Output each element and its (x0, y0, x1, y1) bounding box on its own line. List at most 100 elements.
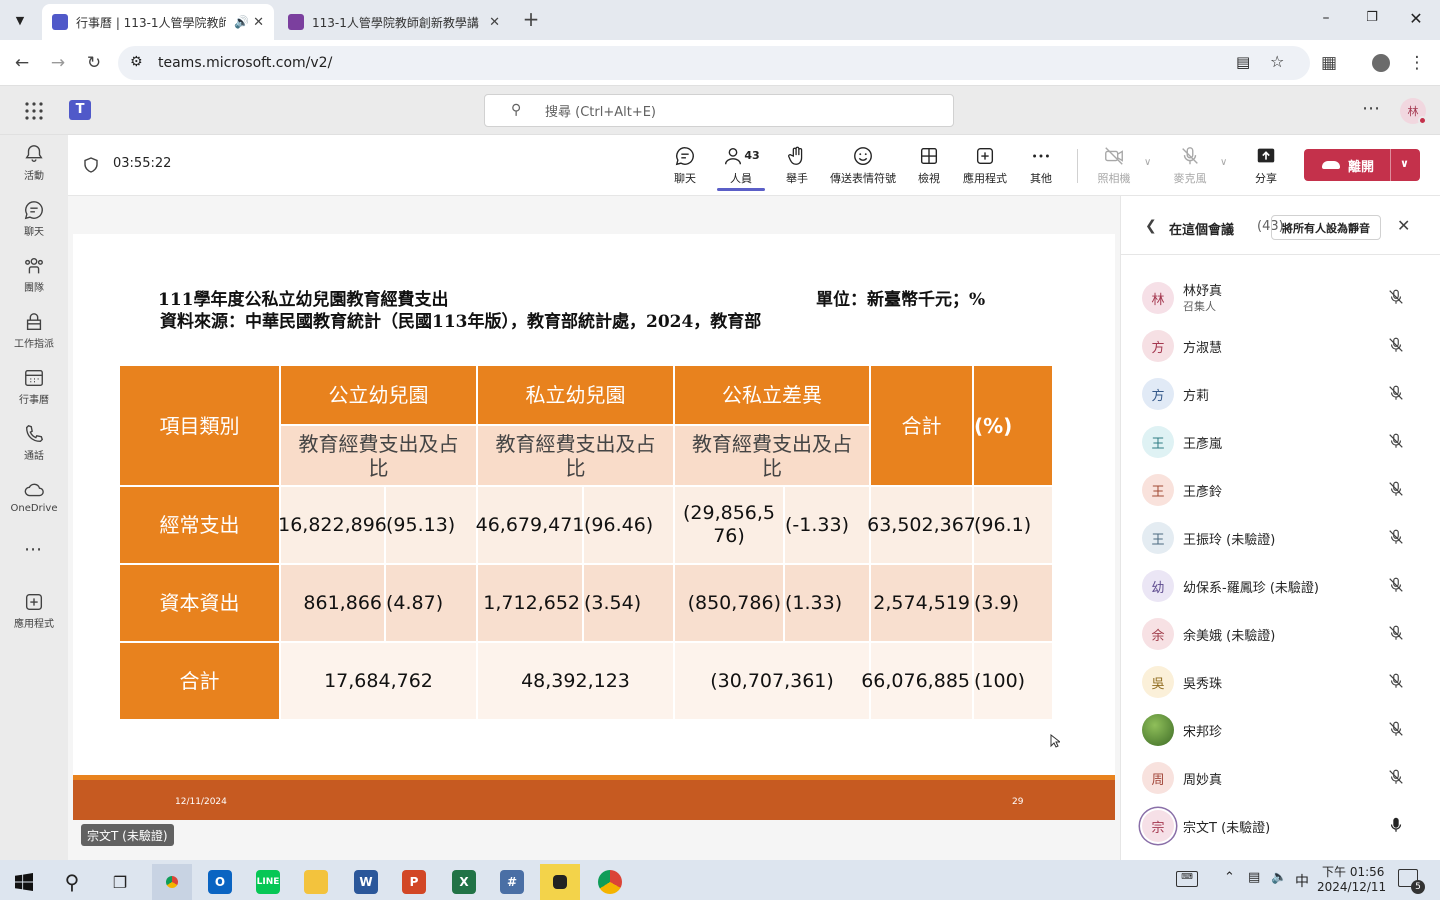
camera-button[interactable]: 照相機 (1086, 145, 1142, 191)
address-bar[interactable]: ⚙ teams.microsoft.com/v2/ ▤ ☆ (118, 46, 1310, 80)
participant-role: 召集人 (1183, 300, 1216, 313)
participant-name: 方莉 (1183, 388, 1210, 404)
chat-button[interactable]: 聊天 (657, 145, 713, 191)
profile-icon[interactable] (1370, 52, 1392, 74)
leave-options-chevron-icon[interactable]: ∨ (1400, 157, 1409, 170)
participant-row[interactable]: 王 王振玲 (未驗證) (1121, 514, 1440, 562)
keyboard-layout-icon[interactable]: ⌨ (1176, 871, 1198, 887)
search-input[interactable]: ⚲ 搜尋 (Ctrl+Alt+E) (484, 94, 954, 127)
taskbar-chrome-icon[interactable] (152, 864, 192, 900)
rail-more-icon[interactable]: ⋯ (24, 539, 42, 560)
task-view-icon[interactable]: ❐ (100, 864, 140, 900)
show-hidden-icons-icon[interactable]: ⌃ (1224, 870, 1235, 885)
react-button[interactable]: 傳送表情符號 (825, 145, 901, 191)
taskbar-sticky-notes-icon[interactable] (540, 864, 580, 900)
participant-row[interactable]: 吳 吳秀珠 (1121, 658, 1440, 706)
taskbar-search-icon[interactable]: ⚲ (52, 864, 92, 900)
taskbar-line-icon[interactable]: LINE (248, 864, 288, 900)
mute-all-button[interactable]: 將所有人設為靜音 (1271, 215, 1381, 240)
extensions-icon[interactable]: ▦ (1318, 52, 1340, 74)
people-button[interactable]: 43 人員 (713, 145, 769, 191)
avatar: 吳 (1142, 666, 1174, 698)
rail-calls[interactable]: 通話 (0, 423, 68, 475)
install-app-icon[interactable]: ▤ (1236, 53, 1250, 71)
app-launcher-icon[interactable] (24, 101, 44, 121)
participant-row[interactable]: 宋邦珍 (1121, 706, 1440, 754)
leave-button[interactable]: 離開 ∨ (1304, 149, 1420, 181)
avatar-initial: 宗 (1151, 820, 1165, 836)
ime-indicator[interactable]: 中 (1295, 871, 1309, 891)
mic-button[interactable]: 麥克風 (1162, 145, 1218, 191)
new-tab-icon[interactable]: + (520, 8, 542, 30)
restore-icon[interactable]: ❐ (1362, 10, 1382, 30)
share-button[interactable]: 分享 (1238, 145, 1294, 191)
participant-row[interactable]: 宗 宗文T (未驗證) (1121, 802, 1440, 850)
participant-row[interactable]: 幼 幼保系-羅鳳珍 (未驗證) (1121, 562, 1440, 610)
tab-title: 行事曆 | 113-1人管學院教師 (76, 15, 226, 30)
hang-up-icon (1322, 161, 1340, 169)
close-window-icon[interactable]: ✕ (1406, 9, 1426, 29)
close-tab-icon[interactable]: ✕ (489, 15, 500, 30)
notification-center-icon[interactable]: 5 (1398, 869, 1425, 894)
mic-options-chevron-icon[interactable]: ∨ (1220, 157, 1227, 168)
panel-back-icon[interactable]: ❮ (1145, 218, 1157, 234)
rail-assignments[interactable]: 工作指派 (0, 311, 68, 363)
bookmark-star-icon[interactable]: ☆ (1270, 52, 1284, 71)
taskbar-outlook-icon[interactable]: O (200, 864, 240, 900)
reload-icon[interactable]: ↻ (83, 52, 105, 74)
toolbar-divider (1077, 149, 1078, 183)
volume-icon[interactable]: 🔈 (1271, 870, 1287, 885)
browser-tab-forms[interactable]: 113-1人管學院教師創新教學講 ✕ (278, 4, 510, 40)
slide-unit: 單位：新臺幣千元；% (816, 290, 986, 310)
taskbar-chrome-icon[interactable] (590, 864, 630, 900)
close-tab-icon[interactable]: ✕ (253, 15, 264, 30)
participant-row[interactable]: 周 周妙真 (1121, 754, 1440, 802)
presentation-slide: 111學年度公私立幼兒園教育經費支出 單位：新臺幣千元；% 資料來源：中華民國教… (73, 234, 1115, 820)
browser-tab-calendar[interactable]: 行事曆 | 113-1人管學院教師 🔊 ✕ (42, 4, 274, 40)
participant-row[interactable]: 王 王彥嵐 (1121, 418, 1440, 466)
start-button[interactable] (4, 864, 44, 900)
view-button[interactable]: 檢視 (901, 145, 957, 191)
avatar[interactable]: 林 (1400, 98, 1427, 125)
camera-options-chevron-icon[interactable]: ∨ (1144, 157, 1151, 168)
clock-time[interactable]: 下午 01:56 (1322, 863, 1384, 880)
taskbar-powerpoint-icon[interactable]: P (394, 864, 434, 900)
table-cell: 861,866 (281, 565, 384, 641)
participant-row[interactable]: 方 方莉 (1121, 370, 1440, 418)
more-button[interactable]: 其他 (1013, 145, 1069, 191)
taskbar-explorer-icon[interactable] (296, 864, 336, 900)
participant-row[interactable]: 余 余美娥 (未驗證) (1121, 610, 1440, 658)
taskbar-word-icon[interactable]: W (346, 864, 386, 900)
network-icon[interactable]: ▤ (1248, 870, 1260, 885)
tab-list-dropdown-icon[interactable]: ▼ (10, 10, 30, 30)
teams-favicon (52, 14, 68, 30)
browser-menu-icon[interactable]: ⋮ (1406, 52, 1428, 74)
rail-calendar[interactable]: 行事曆 (0, 367, 68, 419)
mic-off-icon (1182, 147, 1198, 165)
participant-row[interactable]: 王 王彥鈴 (1121, 466, 1440, 514)
more-options-icon[interactable]: ⋯ (1362, 98, 1380, 119)
camera-off-icon (1105, 147, 1123, 165)
close-panel-icon[interactable]: ✕ (1397, 216, 1410, 235)
teams-logo-icon: T (69, 100, 91, 120)
minimize-icon[interactable]: – (1316, 10, 1336, 30)
clock-date[interactable]: 2024/12/11 (1317, 880, 1386, 894)
apps-button[interactable]: 應用程式 (957, 145, 1013, 191)
rail-chat[interactable]: 聊天 (0, 199, 68, 251)
raise-hand-button[interactable]: 舉手 (769, 145, 825, 191)
rail-onedrive[interactable]: OneDrive (0, 479, 68, 531)
site-settings-icon[interactable]: ⚙ (130, 54, 143, 70)
avatar: 王 (1142, 474, 1174, 506)
back-icon[interactable]: ← (11, 52, 33, 74)
participant-row[interactable]: 林 林妤真 召集人 (1121, 274, 1440, 322)
rail-teams[interactable]: 團隊 (0, 255, 68, 307)
share-icon (1257, 148, 1275, 163)
participant-row[interactable]: 方 方淑慧 (1121, 322, 1440, 370)
taskbar-excel-icon[interactable]: X (444, 864, 484, 900)
rail-activity[interactable]: 活動 (0, 143, 68, 195)
rail-apps[interactable]: 應用程式 (0, 591, 68, 643)
forward-icon[interactable]: → (47, 52, 69, 74)
taskbar-calculator-icon[interactable]: # (492, 864, 532, 900)
avatar-initial: 王 (1151, 532, 1165, 548)
mic-off-icon (1387, 288, 1407, 308)
